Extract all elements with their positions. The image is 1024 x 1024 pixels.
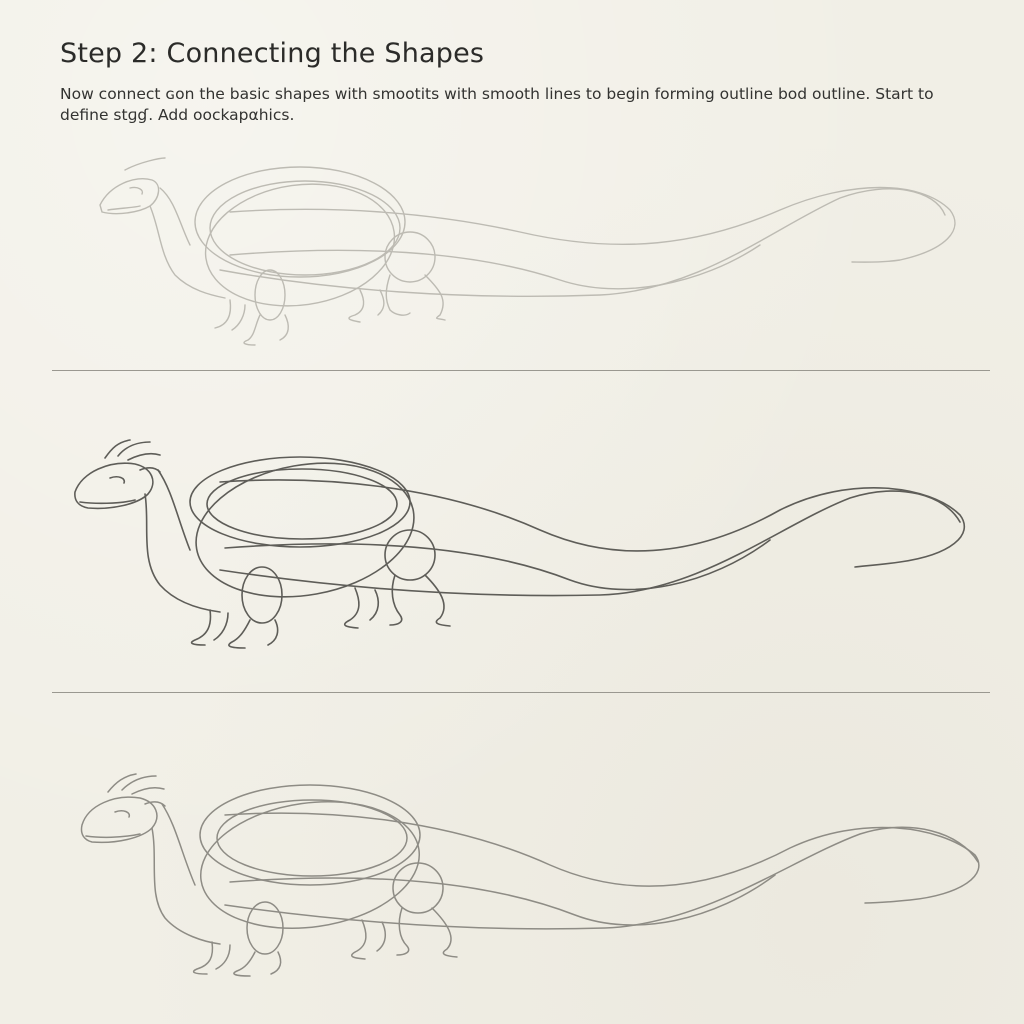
dragon-sketch-light [99,157,956,346]
sketch-panel-2 [0,430,1024,660]
instructions-text: Now connect ɢon the basic shapes with sm… [60,85,934,124]
dragon-sketch-refined [80,773,980,977]
sketch-panel-3 [0,760,1024,985]
divider-line-1 [52,370,990,371]
dragon-sketch-defined [74,439,966,649]
page-title: Step 2: Connecting the Shapes [60,38,485,69]
sketch-panel-1 [0,150,1024,355]
divider-line-2 [52,692,990,693]
